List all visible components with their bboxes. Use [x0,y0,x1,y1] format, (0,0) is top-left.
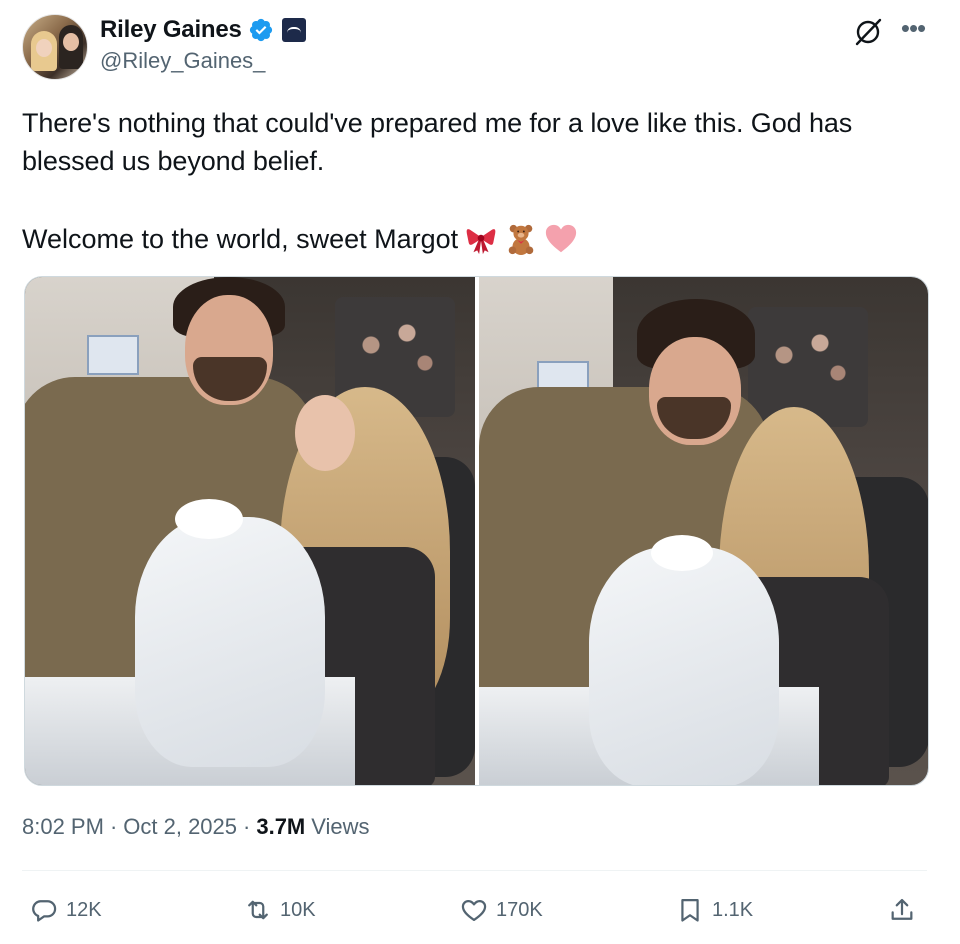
bookmark-button[interactable]: 1.1K [676,890,753,930]
reply-count: 12K [66,898,102,921]
heart-icon [461,900,487,922]
more-icon[interactable]: ••• [896,15,930,46]
divider [22,870,927,871]
affiliate-badge-icon[interactable] [281,18,306,42]
grok-icon[interactable] [852,16,884,48]
meta-separator-2: · [243,814,251,839]
tweet-time[interactable]: 8:02 PM [22,814,104,840]
author-handle[interactable]: @Riley_Gaines_ [100,48,265,74]
views-count: 3.7M [256,814,306,839]
tweet-greeting: Welcome to the world, sweet Margot [22,224,459,254]
photo-1[interactable] [25,277,475,785]
share-button[interactable] [888,890,916,930]
reply-button[interactable]: 12K [30,890,102,930]
author-name-row: Riley Gaines [100,16,306,44]
verified-badge-icon [249,18,272,42]
like-button[interactable]: 170K [460,890,543,930]
heart-emoji [546,224,577,253]
repost-count: 10K [280,898,316,921]
repost-button[interactable]: 10K [244,890,316,930]
media-grid [24,276,929,786]
share-icon [891,898,913,920]
tweet-text: There's nothing that could've prepared m… [22,108,860,176]
meta-separator-1: · [109,814,118,839]
reply-icon [32,900,57,922]
like-count: 170K [496,898,543,921]
teddy-bear-emoji [508,224,534,256]
action-bar: 12K 10K 170K 1.1K [22,890,927,930]
ribbon-emoji [466,229,496,255]
tweet-date[interactable]: Oct 2, 2025 [123,814,237,840]
photo-2[interactable] [478,277,928,785]
author-avatar[interactable] [22,14,88,80]
repost-icon [248,900,268,920]
bookmark-count: 1.1K [712,898,754,921]
views-label: Views [311,814,370,839]
tweet-text-line2: Welcome to the world, sweet Margot [22,220,578,258]
author-name[interactable]: Riley Gaines [100,16,242,44]
tweet-meta: 8:02 PM · Oct 2, 2025 · 3.7M Views [22,814,370,840]
bookmark-icon [681,898,699,922]
